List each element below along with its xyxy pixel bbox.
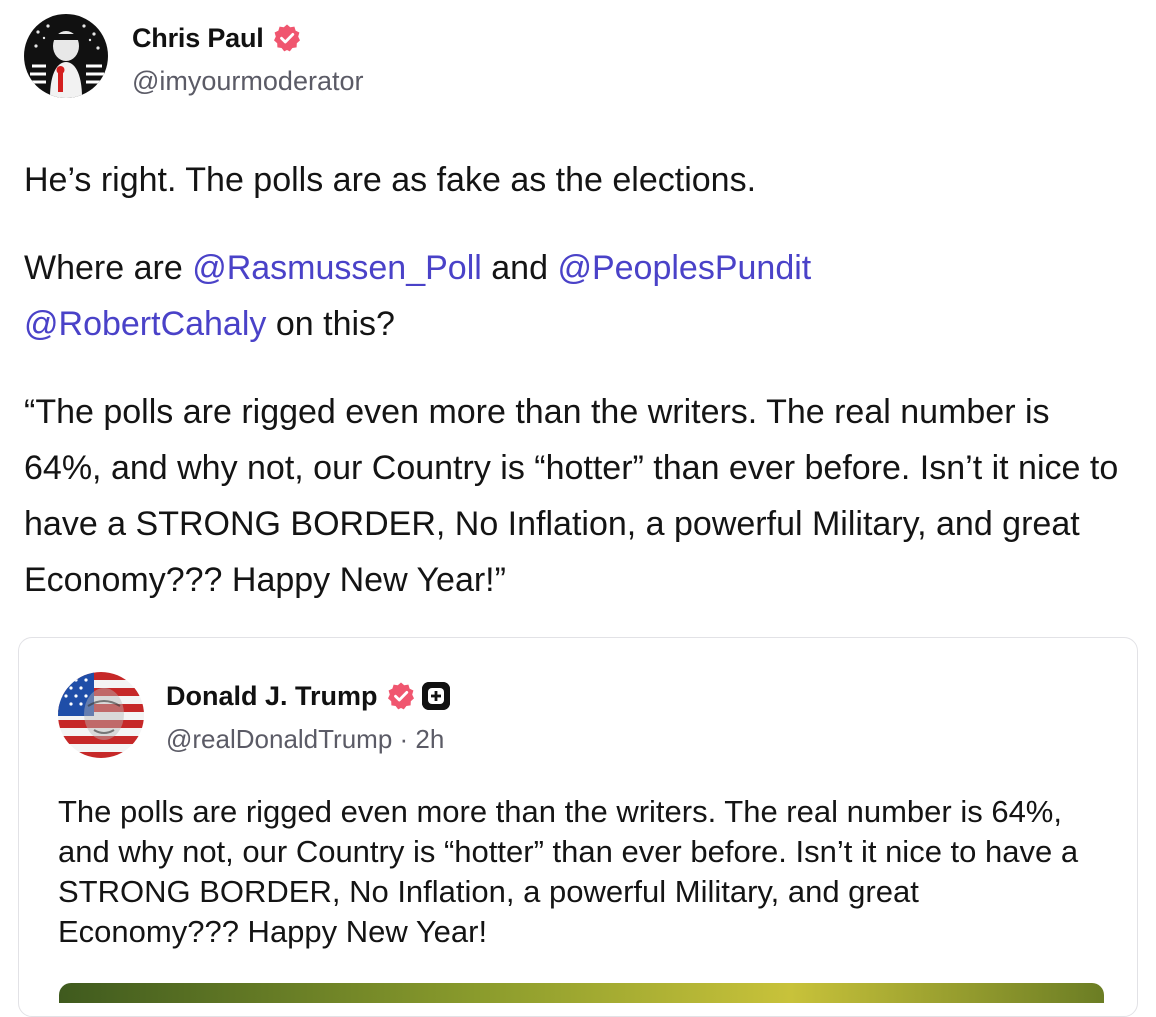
quoted-post-time[interactable]: 2h xyxy=(415,724,444,754)
verified-badge-icon xyxy=(273,24,300,52)
author-avatar[interactable] xyxy=(24,14,108,98)
quoted-author-name[interactable]: Donald J. Trump xyxy=(166,681,378,712)
author-name[interactable]: Chris Paul xyxy=(132,23,264,54)
mention-suffix-text: on this? xyxy=(266,305,395,343)
post-paragraph-quote: “The polls are rigged even more than the… xyxy=(24,393,1119,599)
quoted-author-avatar-image xyxy=(58,672,144,758)
quoted-post-media-preview[interactable] xyxy=(59,983,1104,1003)
post-body: He’s right. The polls are as fake as the… xyxy=(24,152,1134,640)
author-line: Chris Paul xyxy=(132,22,363,54)
author-handle[interactable]: @imyourmoderator xyxy=(132,66,363,97)
meta-separator: · xyxy=(392,724,416,754)
plus-badge-icon xyxy=(421,682,450,710)
verified-badge-icon xyxy=(387,682,414,710)
quoted-author-handle[interactable]: @realDonaldTrump xyxy=(166,724,392,754)
post-header: Chris Paul @imyourmoderator xyxy=(24,14,363,98)
quoted-author-block: Donald J. Trump @realDonaldTrump · 2h xyxy=(166,680,450,755)
mention-and-text: and xyxy=(481,249,558,287)
quoted-post-card[interactable]: Donald J. Trump @realDonaldTrump · 2h Th… xyxy=(18,637,1138,1017)
post-paragraph: He’s right. The polls are as fake as the… xyxy=(24,161,757,199)
author-avatar-image xyxy=(24,14,108,98)
quoted-author-line: Donald J. Trump xyxy=(166,680,450,712)
mention-link-peoplespundit[interactable]: @PeoplesPundit xyxy=(557,249,811,287)
quoted-author-avatar[interactable] xyxy=(58,672,144,758)
post-paragraph-mentions: Where are @Rasmussen_Poll and @PeoplesPu… xyxy=(24,240,1134,352)
mention-link-robertcahaly[interactable]: @RobertCahaly xyxy=(24,305,266,343)
quoted-post-body: The polls are rigged even more than the … xyxy=(58,794,1079,949)
author-block: Chris Paul @imyourmoderator xyxy=(132,22,363,97)
mention-link-rasmussen[interactable]: @Rasmussen_Poll xyxy=(192,249,482,287)
quoted-post-meta: @realDonaldTrump · 2h xyxy=(166,724,450,755)
mention-prefix-text: Where are xyxy=(24,249,193,287)
